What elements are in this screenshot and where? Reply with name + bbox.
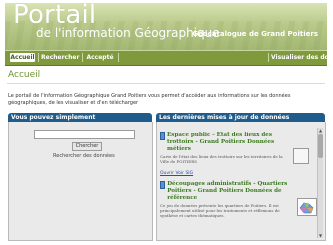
dataset-thumbnail[interactable] [297,198,317,216]
dataset-thumbnail[interactable] [293,148,309,164]
news-scrollbar[interactable]: ▲ ▼ [317,128,323,238]
nav-divider [82,53,83,62]
nav-divider [38,53,39,62]
portal-page: Portail de l'information Géographique Gé… [5,3,327,243]
news-panel-heading: Les dernières mises à jour de données [156,113,325,122]
page-title: Accueil [8,70,41,80]
scroll-down-icon[interactable]: ▼ [318,233,323,238]
nav-divider [268,53,269,62]
news-item-title[interactable]: Découpages administratifs - Quartiers Po… [167,181,310,202]
search-panel-heading: Vous pouvez simplement [8,113,152,122]
nav-rechercher[interactable]: Rechercher [41,53,79,62]
nav-divider [118,53,119,62]
map-preview-icon [299,202,314,214]
news-item-header: Découpages administratifs - Quartiers Po… [160,181,310,202]
catalog-title: Géocatalogue de Grand Poitiers [192,30,318,38]
news-list: Espace public - Etat des lieux des trott… [160,132,312,236]
news-item-title[interactable]: Espace public - Etat des lieux des trott… [167,132,288,153]
news-item-desc: Carte de l'état des lieux des trottoirs … [160,154,283,164]
intro-text: Le portail de l'information Géographique… [8,93,291,106]
news-item-link[interactable]: Ouvrir Voir SIG [160,171,193,177]
search-input[interactable] [34,130,135,139]
news-item: Découpages administratifs - Quartiers Po… [160,181,310,218]
news-item-header: Espace public - Etat des lieux des trott… [160,132,288,153]
header-banner: Portail de l'information Géographique Gé… [5,3,327,50]
nav-accepte[interactable]: Accepté [85,53,115,62]
search-caption[interactable]: Rechercher des données [53,153,115,160]
nav-visualiser[interactable]: Visualiser des données [271,53,327,62]
news-item: Espace public - Etat des lieux des trott… [160,132,288,164]
search-panel [8,122,153,241]
scroll-up-icon[interactable]: ▲ [318,128,323,133]
layer-icon [160,181,166,189]
scrollbar-thumb[interactable] [318,134,323,158]
news-item-desc: Ce jeu de données présente les quartiers… [160,203,280,218]
title-divider [7,83,325,84]
search-button[interactable]: Chercher [72,142,102,151]
nav-accueil[interactable]: Accueil [10,53,35,62]
main-nav: Accueil Rechercher Accepté Visualiser de… [5,50,327,66]
layer-icon [160,132,166,140]
logo-title: Portail [13,3,97,30]
